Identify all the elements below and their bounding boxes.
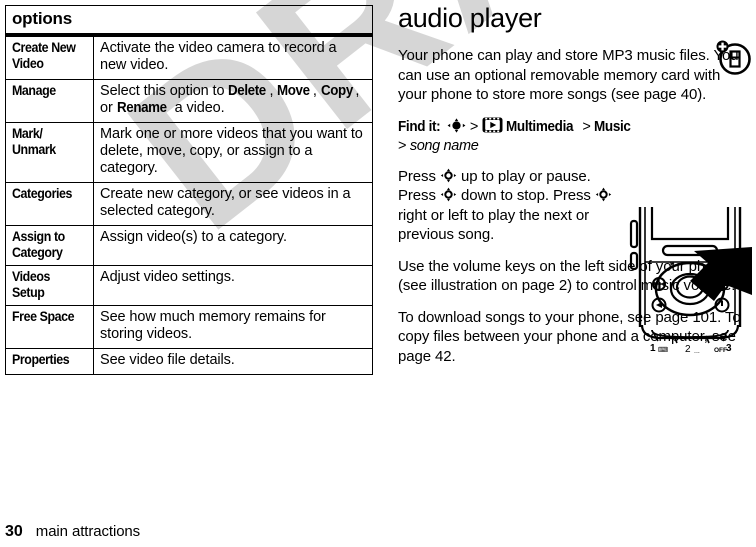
table-header-row: options <box>5 5 373 37</box>
page-footer: 30 main attractions <box>5 523 140 541</box>
option-description: See video file details. <box>93 348 373 375</box>
joystick-icon <box>440 187 457 202</box>
svg-text:3: 3 <box>726 343 732 354</box>
option-keyword: Move <box>277 83 311 99</box>
svg-text:2: 2 <box>685 344 691 355</box>
table-row: Categories Create new category, or see v… <box>5 182 373 226</box>
option-label: Categories <box>5 182 87 226</box>
instruction-text: right or left to play the next or previo… <box>398 206 589 244</box>
multimedia-icon <box>482 117 503 133</box>
multimedia-label: Multimedia <box>506 118 574 135</box>
joystick-icon <box>447 117 466 133</box>
option-description: Select this option to Delete, Move, Copy… <box>93 79 373 123</box>
option-keyword: Rename <box>116 100 167 116</box>
music-label: Music <box>594 118 631 135</box>
option-description: Activate the video camera to record a ne… <box>93 34 373 80</box>
instruction-text: Press <box>398 167 440 185</box>
option-description: Create new category, or see videos in a … <box>93 182 373 226</box>
joystick-icon <box>440 168 457 182</box>
phone-navigation-key-illustration: * 1 ⌨ 2 ... OFF 3 <box>628 207 752 375</box>
find-it-label: Find it: <box>398 118 441 135</box>
option-text: , <box>312 83 321 99</box>
table-header-label: options <box>12 9 72 28</box>
table-row: Videos Setup Adjust video settings. <box>5 265 373 306</box>
press-instructions-paragraph: Press up to play or pause. Press down to… <box>398 167 620 245</box>
chapter-label: main attractions <box>35 523 141 540</box>
option-description: Mark one or more videos that you want to… <box>93 122 373 183</box>
option-label: Mark/ Unmark <box>5 122 87 183</box>
instruction-text: down to stop. Press <box>456 187 595 204</box>
intro-paragraph: Your phone can play and store MP3 music … <box>398 47 739 103</box>
option-text: a video. <box>170 100 225 116</box>
table-row: Create New Video Activate the video came… <box>5 34 373 80</box>
table-row: Mark/ Unmark Mark one or more videos tha… <box>5 122 373 183</box>
option-label: Assign to Category <box>5 225 87 266</box>
page-title: audio player <box>398 3 542 33</box>
table-row: Manage Select this option to Delete, Mov… <box>5 79 373 123</box>
options-table-container: options Create New Video Activate the vi… <box>5 5 373 375</box>
manual-page: DRAFT options Create New Video Activate … <box>0 0 756 547</box>
path-separator: > <box>582 118 591 135</box>
table-header-cell: options <box>5 5 373 37</box>
path-separator: > <box>469 118 479 135</box>
svg-text:⌨: ⌨ <box>658 346 668 354</box>
svg-text:...: ... <box>694 348 700 355</box>
find-it-path: Find it: > Multimedia > Music > song nam… <box>398 117 750 156</box>
table-row: Free Space See how much memory remains f… <box>5 305 373 349</box>
options-table: options Create New Video Activate the vi… <box>5 5 373 375</box>
option-keyword: Copy <box>320 83 353 99</box>
option-description: Assign video(s) to a category. <box>93 225 373 266</box>
joystick-icon <box>595 187 612 202</box>
option-description: See how much memory remains for storing … <box>93 305 373 349</box>
option-label: Create New Video <box>5 34 87 80</box>
option-label: Properties <box>5 348 87 375</box>
svg-text:1: 1 <box>650 343 656 354</box>
option-label: Videos Setup <box>5 265 87 306</box>
option-keyword: Delete <box>228 83 267 99</box>
option-label: Free Space <box>5 305 87 349</box>
option-text: Select this option to <box>100 83 229 99</box>
svg-text:*: * <box>670 260 675 272</box>
memory-card-badge-icon <box>714 38 754 78</box>
path-separator: > <box>398 137 407 154</box>
option-label: Manage <box>5 79 87 123</box>
table-row: Properties See video file details. <box>5 348 373 375</box>
page-number: 30 <box>5 523 23 540</box>
song-name-placeholder: song name <box>409 137 479 154</box>
table-row: Assign to Category Assign video(s) to a … <box>5 225 373 266</box>
option-description: Adjust video settings. <box>93 265 373 306</box>
